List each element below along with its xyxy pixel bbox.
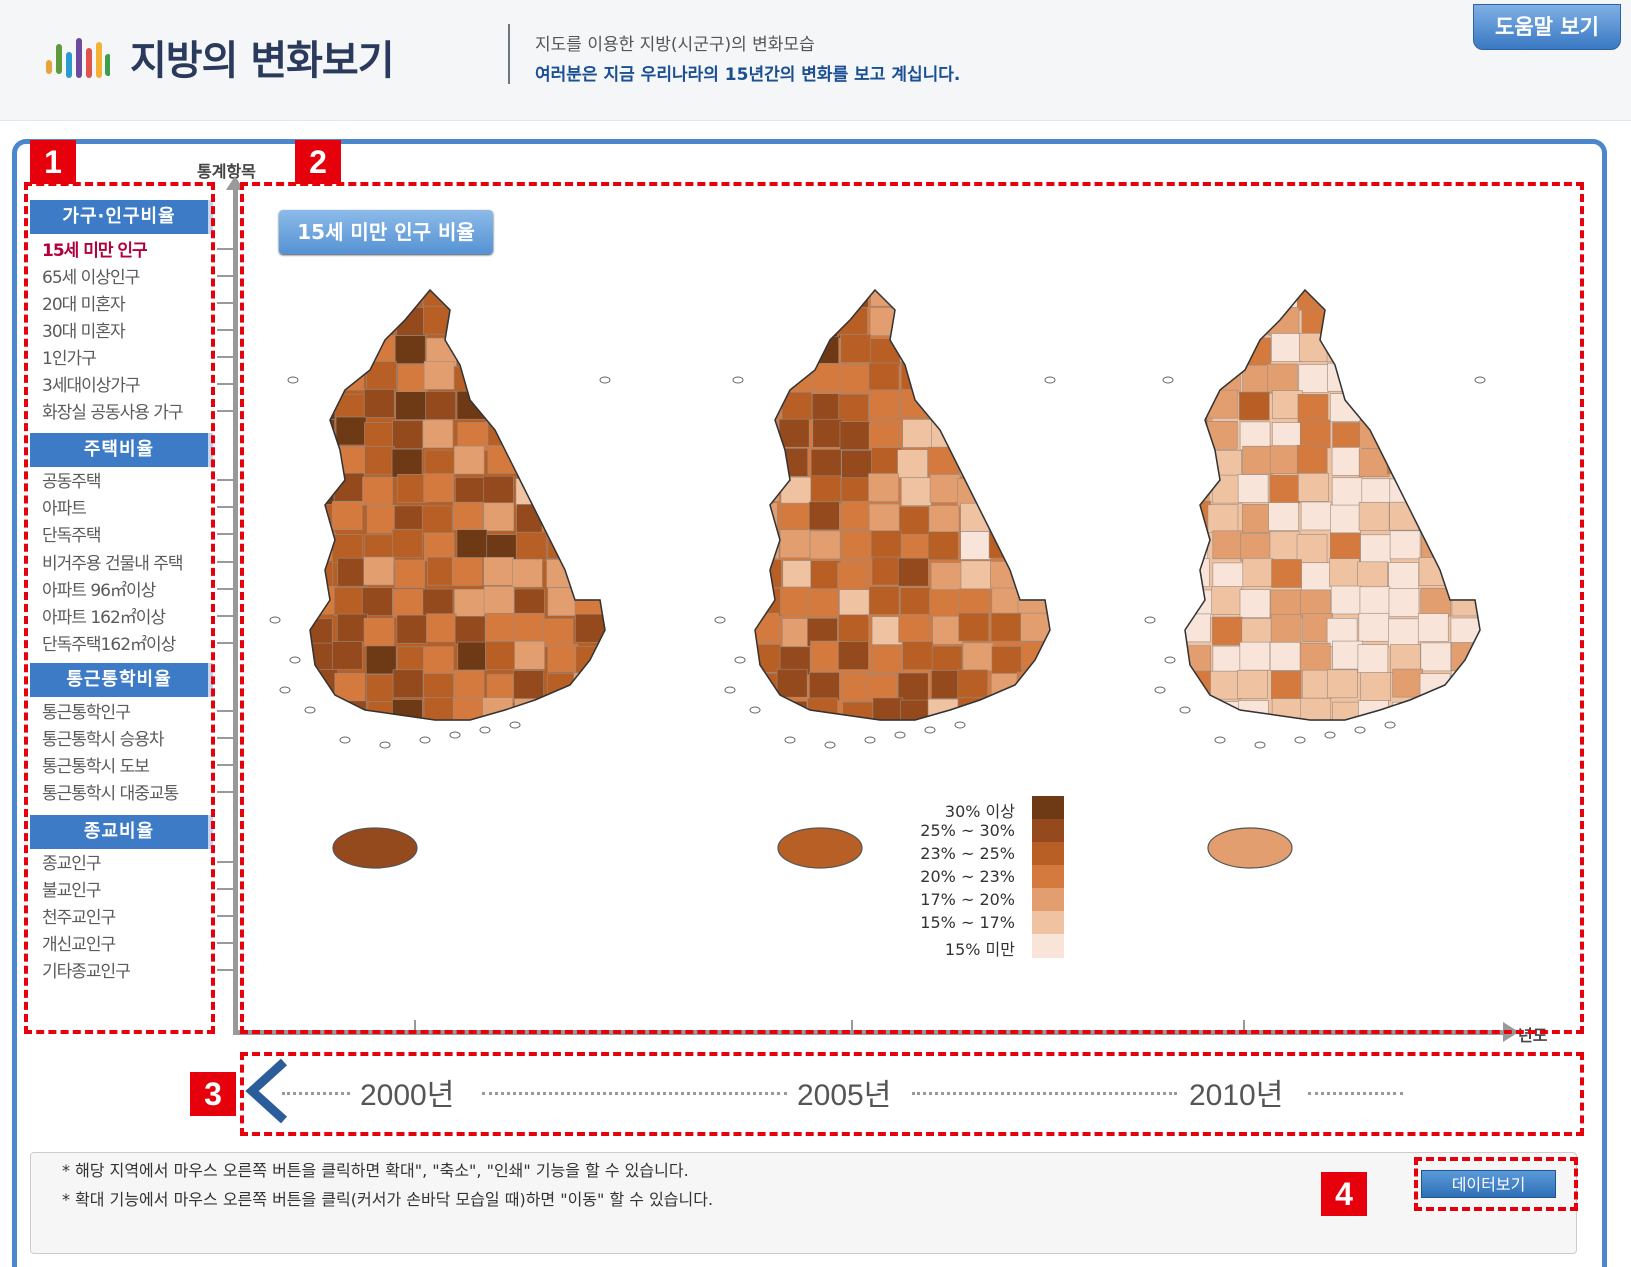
help-button[interactable]: 도움말 보기 [1473,4,1621,50]
vertical-axis [233,188,238,1035]
logo-bar [76,38,82,78]
header-divider [508,24,510,84]
axis-tick [217,791,234,793]
axis-tick [217,533,234,535]
marker-2: 2 [295,140,341,184]
logo-bar [66,52,72,78]
highlight-data-button [1414,1157,1578,1211]
axis-tick [217,764,234,766]
marker-3: 3 [190,1072,236,1116]
header-subtitle: 지도를 이용한 지방(시군구)의 변화모습 [535,35,815,55]
axis-tick [217,248,234,250]
axis-tick [217,329,234,331]
highlight-stat-list [24,182,215,1034]
note-zoom: * 해당 지역에서 마우스 오른쪽 버튼을 클릭하면 확대", "축소", "인… [62,1161,689,1180]
axis-tick [217,588,234,590]
axis-tick [217,356,234,358]
logo-bar [56,44,62,74]
axis-tick [217,861,234,863]
marker-1: 1 [30,140,76,184]
axis-tick [217,710,234,712]
highlight-timeline [240,1052,1584,1136]
axis-tick [217,737,234,739]
axis-tick [217,302,234,304]
logo-bar [105,54,110,76]
axis-tick [217,942,234,944]
highlight-map-area [240,182,1584,1034]
axis-tick [217,642,234,644]
logo-icon [46,38,110,78]
marker-4: 4 [1321,1172,1367,1216]
logo-bar [96,42,102,78]
axis-tick [217,615,234,617]
axis-tick [217,915,234,917]
note-move: * 확대 기능에서 마우스 오른쪽 버튼을 클릭(커서가 손바닥 모습일 때)하… [62,1190,714,1209]
axis-tick [217,410,234,412]
axis-tick [217,969,234,971]
axis-tick [217,506,234,508]
logo-bar [46,60,52,74]
axis-tick [217,561,234,563]
axis-tick [217,383,234,385]
axis-tick [217,888,234,890]
app-title: 지방의 변화보기 [130,38,395,84]
axis-tick [217,479,234,481]
axis-tick [217,275,234,277]
header-description: 여러분은 지금 우리나라의 15년간의 변화를 보고 계십니다. [535,65,961,85]
logo-bar [86,48,92,78]
